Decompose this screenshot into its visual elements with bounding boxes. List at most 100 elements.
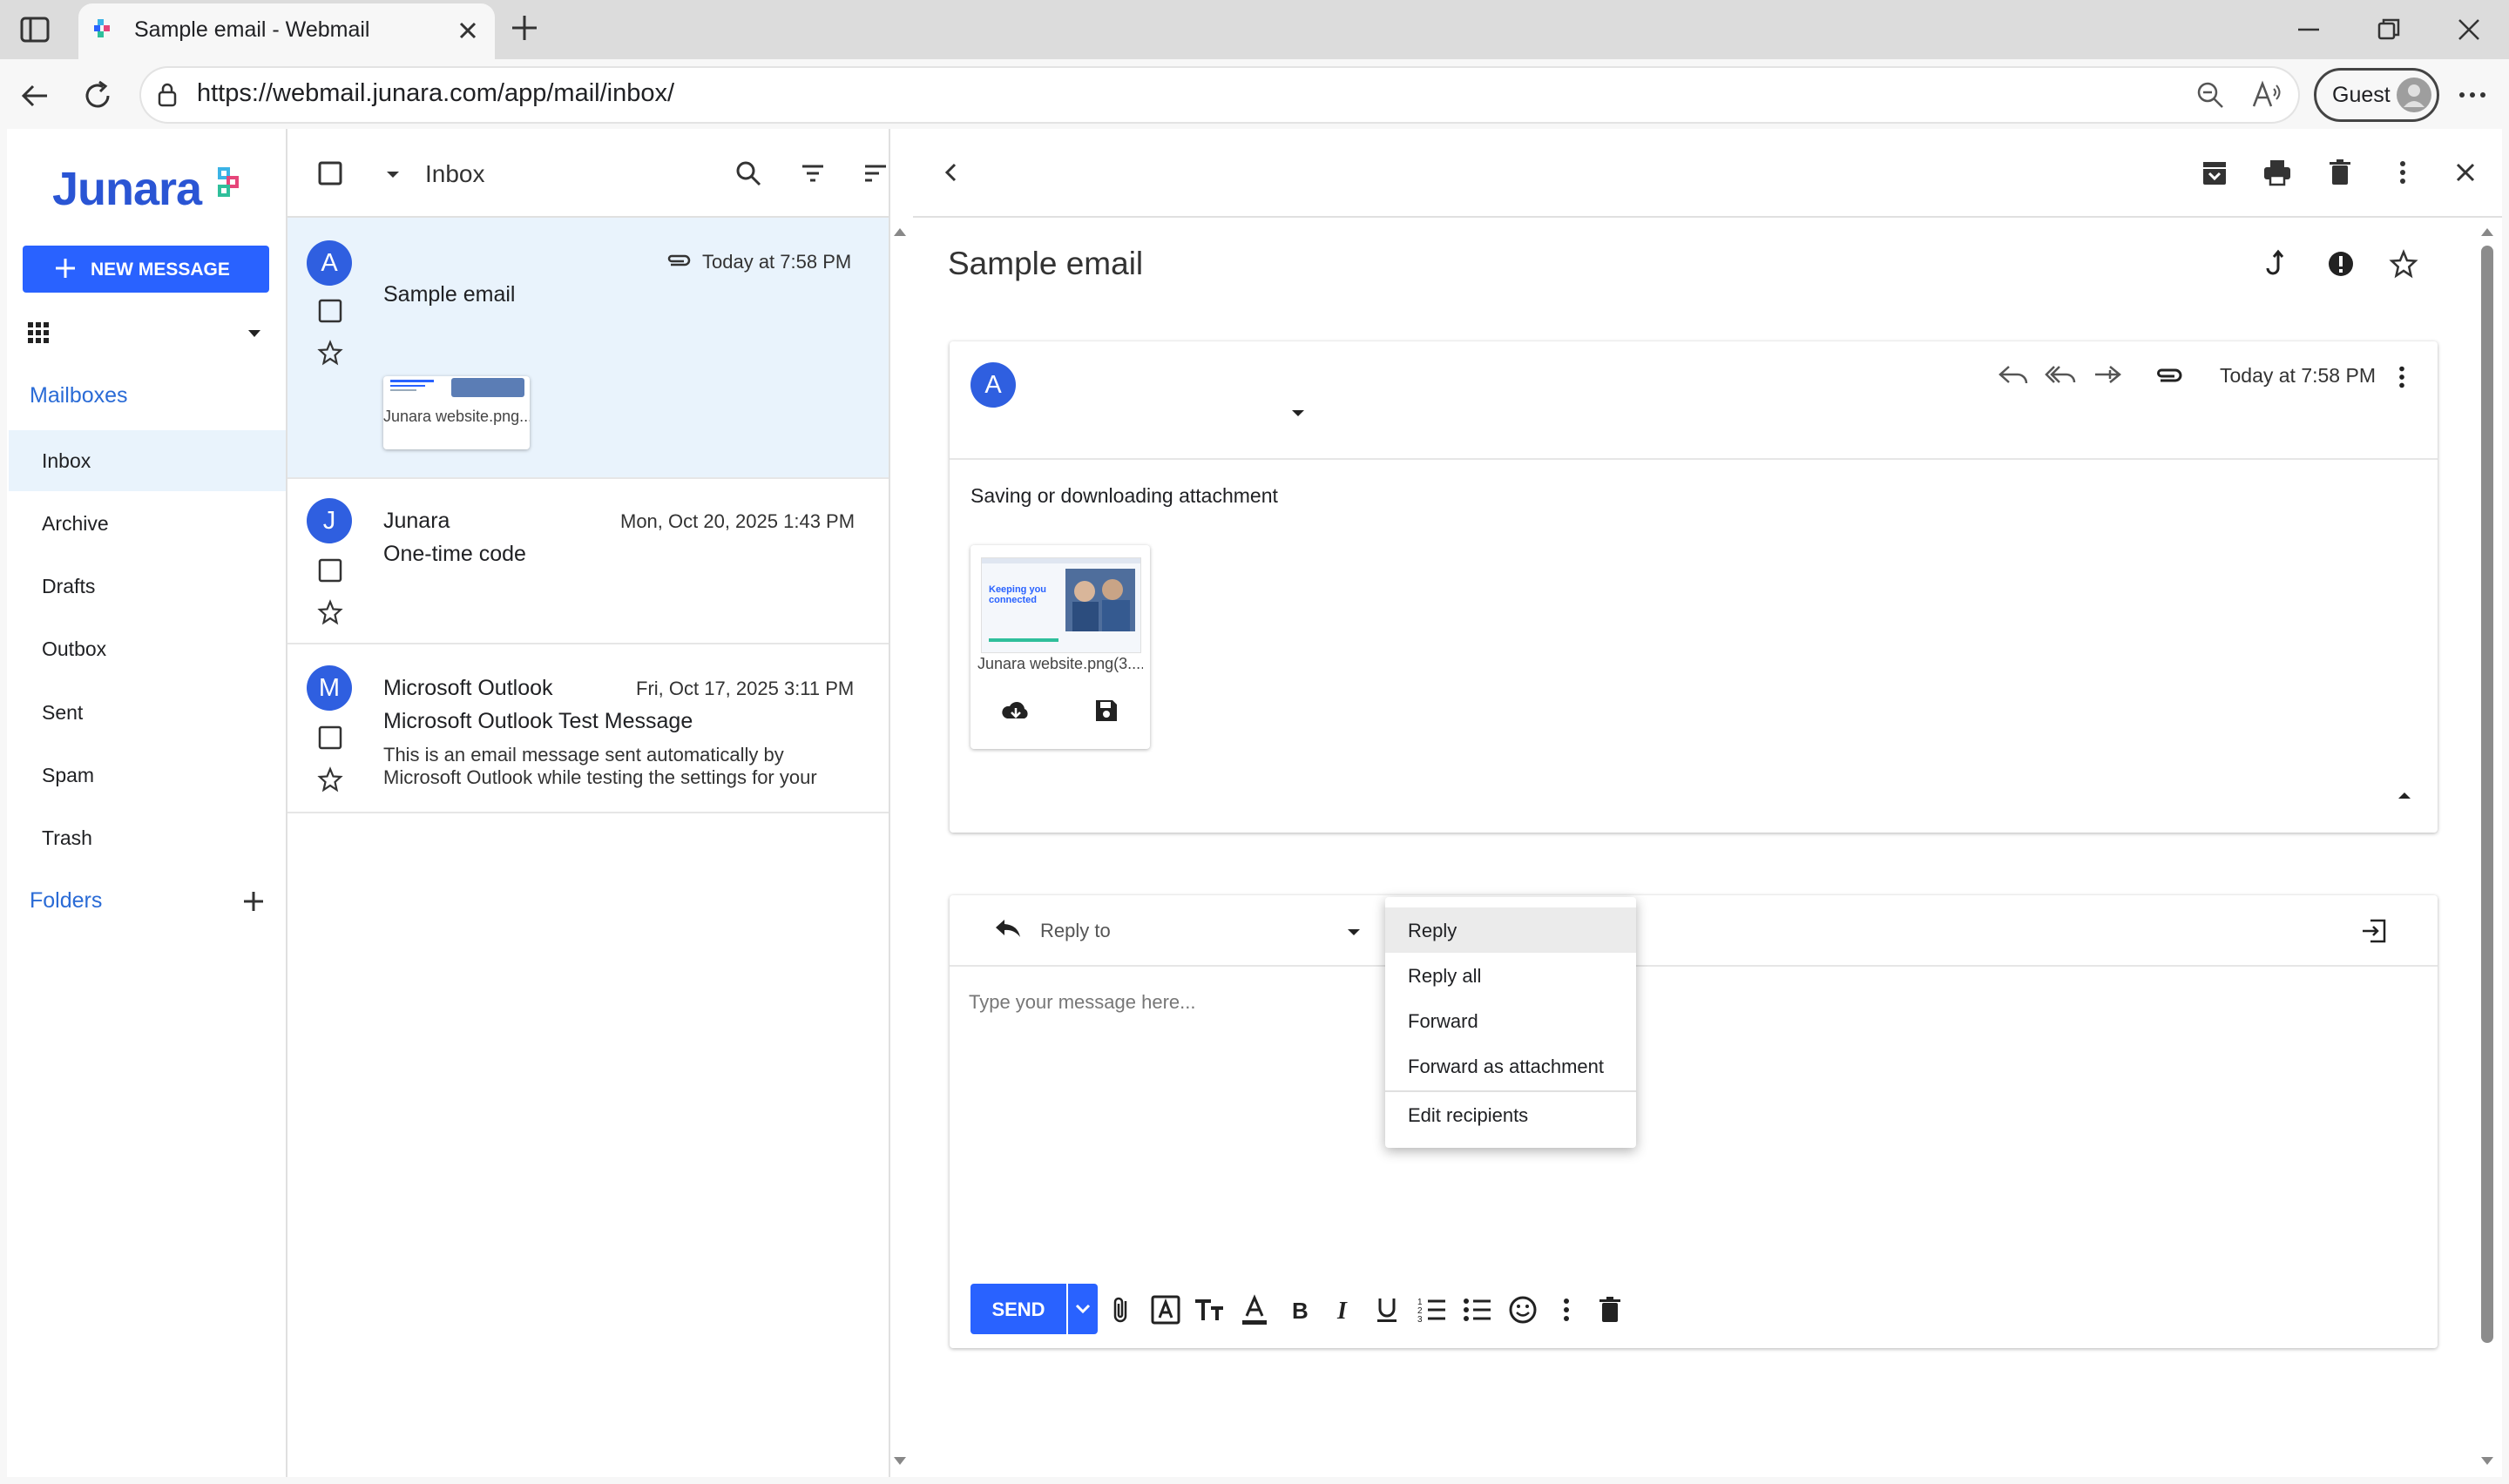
star-icon[interactable] (317, 766, 343, 793)
svg-text:I: I (1336, 1298, 1348, 1325)
reload-icon[interactable] (80, 78, 115, 113)
italic-icon[interactable]: I (1326, 1292, 1361, 1327)
sidebar-item-drafts[interactable]: Drafts (9, 556, 286, 617)
scroll-up-arrow-icon[interactable] (890, 223, 910, 242)
font-color-icon[interactable] (1237, 1292, 1272, 1327)
url-text[interactable]: https://webmail.junara.com/app/mail/inbo… (197, 79, 674, 108)
reply-all-icon[interactable] (2044, 361, 2077, 390)
collapse-list-icon[interactable] (937, 159, 965, 186)
sidebar-item-sent[interactable]: Sent (9, 682, 286, 743)
collapse-message-icon[interactable] (2394, 787, 2415, 805)
more-options-icon[interactable] (1549, 1292, 1584, 1327)
folders-heading[interactable]: Folders (30, 888, 102, 914)
mailboxes-heading[interactable]: Mailboxes (30, 383, 128, 408)
download-icon[interactable] (1000, 698, 1031, 725)
apps-grid-icon[interactable] (26, 320, 51, 345)
browser-tab[interactable]: Sample email - Webmail (78, 3, 495, 59)
print-icon[interactable] (2262, 157, 2293, 188)
recipients-dropdown-icon[interactable] (1288, 404, 1309, 422)
minimize-icon[interactable] (2293, 14, 2324, 45)
attachment-card[interactable]: Keeping you connected Junara website.png… (970, 545, 1150, 749)
sort-icon[interactable] (861, 159, 890, 188)
star-icon[interactable] (317, 340, 343, 366)
item-checkbox[interactable] (317, 557, 343, 583)
email-date: Today at 7:58 PM (702, 251, 852, 273)
important-icon[interactable] (2326, 249, 2356, 279)
search-icon[interactable] (734, 159, 763, 188)
delete-icon[interactable] (2324, 157, 2356, 188)
zoom-icon[interactable] (2195, 80, 2225, 110)
new-tab-icon[interactable] (509, 12, 540, 44)
send-options-button[interactable] (1068, 1284, 1098, 1334)
select-dropdown-icon[interactable] (383, 165, 402, 183)
close-window-icon[interactable] (2453, 14, 2485, 45)
close-tab-icon[interactable] (455, 17, 481, 44)
bulleted-list-icon[interactable] (1460, 1292, 1495, 1327)
star-icon[interactable] (2389, 249, 2418, 279)
restore-icon[interactable] (2373, 14, 2404, 45)
menu-item-reply[interactable]: Reply (1385, 907, 1636, 953)
select-all-checkbox[interactable] (317, 160, 343, 186)
attachment-icon (2154, 366, 2183, 385)
profile-avatar-icon (2397, 78, 2431, 112)
scroll-down-arrow-icon[interactable] (2478, 1451, 2497, 1470)
item-checkbox[interactable] (317, 725, 343, 751)
browser-menu-icon[interactable] (2457, 80, 2488, 110)
scroll-up-arrow-icon[interactable] (2478, 223, 2497, 242)
site-favicon-icon (91, 16, 117, 42)
list-item[interactable] (287, 479, 889, 644)
sidebar-item-archive[interactable]: Archive (9, 493, 286, 554)
follow-up-icon[interactable] (2263, 249, 2293, 279)
reply-type-dropdown-icon[interactable] (1343, 923, 1364, 941)
sidebar-toggle-icon[interactable] (19, 14, 51, 45)
discard-draft-icon[interactable] (1593, 1292, 1627, 1327)
attach-file-icon[interactable] (1105, 1292, 1140, 1327)
add-folder-icon[interactable] (240, 888, 267, 914)
menu-item-label: Reply all (1408, 965, 1482, 987)
menu-item-edit-recipients[interactable]: Edit recipients (1385, 1092, 1636, 1137)
menu-item-forward[interactable]: Forward (1385, 998, 1636, 1043)
forward-icon[interactable] (2091, 361, 2124, 390)
sidebar-item-label: Drafts (42, 575, 96, 597)
scroll-down-arrow-icon[interactable] (890, 1451, 910, 1470)
font-size-icon[interactable] (1192, 1292, 1227, 1327)
send-button[interactable]: SEND (970, 1284, 1066, 1334)
send-label: SEND (991, 1298, 1045, 1320)
more-vert-icon[interactable] (2387, 157, 2418, 188)
sidebar-item-inbox[interactable]: Inbox (9, 430, 286, 491)
filter-icon[interactable] (798, 159, 828, 188)
menu-item-reply-all[interactable]: Reply all (1385, 953, 1636, 998)
menu-item-label: Reply (1408, 920, 1457, 941)
bold-icon[interactable]: B (1282, 1292, 1317, 1327)
emoji-icon[interactable] (1505, 1292, 1540, 1327)
plus-icon (54, 257, 77, 280)
archive-icon[interactable] (2199, 157, 2230, 188)
site-info-lock-icon[interactable] (153, 80, 181, 110)
pop-out-compose-icon[interactable] (2359, 916, 2389, 946)
apps-dropdown-icon[interactable] (244, 324, 265, 341)
text-style-icon[interactable] (1148, 1292, 1183, 1327)
back-icon[interactable] (17, 78, 52, 113)
star-icon[interactable] (317, 599, 343, 625)
email-preview-line-1: This is an email message sent automatica… (383, 744, 784, 766)
attachment-thumbnail[interactable]: Junara website.png... (383, 376, 530, 449)
item-checkbox[interactable] (317, 298, 343, 324)
numbered-list-icon[interactable]: 123 (1415, 1292, 1450, 1327)
close-message-icon[interactable] (2450, 157, 2481, 188)
sidebar-item-label: Outbox (42, 637, 107, 660)
reply-icon[interactable] (1997, 361, 2030, 390)
sidebar-item-spam[interactable]: Spam (9, 745, 286, 806)
underline-icon[interactable] (1369, 1292, 1404, 1327)
new-message-button[interactable]: NEW MESSAGE (23, 246, 269, 293)
read-aloud-icon[interactable] (2251, 80, 2282, 110)
menu-item-forward-as-attachment[interactable]: Forward as attachment (1385, 1043, 1636, 1089)
message-more-icon[interactable] (2387, 362, 2417, 392)
new-message-label: NEW MESSAGE (91, 260, 230, 280)
profile-button[interactable]: Guest (2314, 68, 2439, 122)
sidebar-item-trash[interactable]: Trash (9, 807, 286, 868)
reply-to-label[interactable]: Reply to (1040, 920, 1111, 942)
message-textarea[interactable]: Type your message here... (969, 991, 1195, 1014)
scrollbar-thumb[interactable] (2481, 246, 2493, 1343)
sidebar-item-outbox[interactable]: Outbox (9, 618, 286, 679)
save-icon[interactable] (1092, 697, 1120, 725)
